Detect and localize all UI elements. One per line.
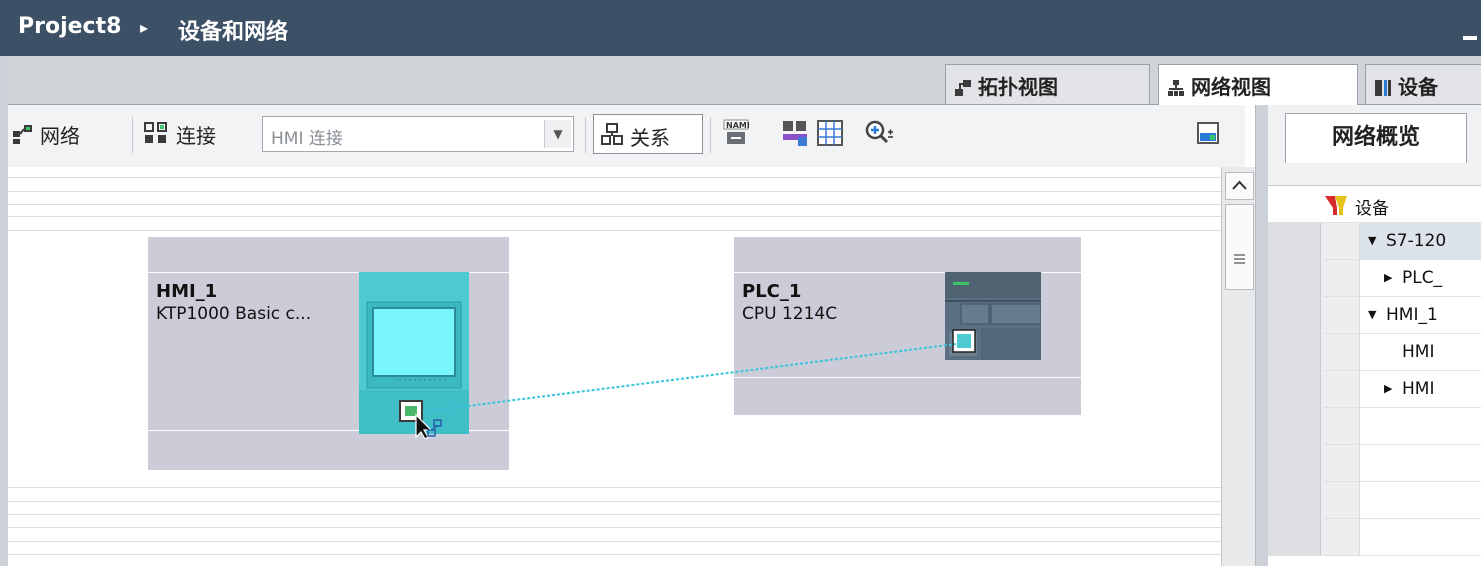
tab-device-view[interactable]: 设备 — [1365, 64, 1481, 104]
expand-right-icon[interactable]: ▶ — [1384, 271, 1392, 284]
topology-view-icon — [955, 80, 971, 96]
table-row — [1268, 445, 1481, 482]
network-canvas[interactable]: HMI_1 KTP1000 Basic c... PLC_1 CPU 1214C — [8, 167, 1221, 566]
page-title: 设备和网络 — [178, 20, 289, 45]
svg-text:NAME: NAME — [726, 121, 749, 130]
toolbar-separator — [710, 117, 711, 153]
table-header-row: 设备 — [1268, 186, 1481, 223]
row-gutter — [1268, 334, 1321, 370]
row-gutter — [1321, 223, 1360, 259]
tab-network-view[interactable]: 网络视图 — [1158, 64, 1358, 105]
row-gutter — [1268, 482, 1321, 518]
row-gutter — [1321, 334, 1360, 370]
grip-icon — [1234, 254, 1245, 264]
row-gutter — [1268, 223, 1321, 259]
row-label: PLC_ — [1402, 268, 1443, 288]
table-row — [1268, 408, 1481, 445]
relations-button[interactable]: 关系 — [593, 114, 703, 154]
canvas-vertical-scrollbar[interactable] — [1221, 167, 1256, 566]
table-row[interactable]: ▼ S7-120 — [1268, 223, 1481, 260]
row-gutter — [1321, 297, 1360, 333]
column-header-device[interactable]: 设备 — [1355, 194, 1389, 219]
row-gutter — [1321, 408, 1360, 444]
title-bar: Project8 ▸ 设备和网络 — [0, 0, 1481, 56]
overview-toggle-icon[interactable] — [1196, 121, 1220, 145]
table-row — [1268, 482, 1481, 519]
tab-topology-view[interactable]: 拓扑视图 — [945, 64, 1150, 104]
row-gutter — [1268, 186, 1320, 222]
tab-label: 网络视图 — [1191, 75, 1271, 99]
table-row[interactable]: ▼ HMI_1 — [1268, 297, 1481, 334]
toolbar-separator — [585, 117, 586, 153]
toolbar-separator — [132, 117, 133, 153]
panel-splitter[interactable] — [1255, 105, 1269, 566]
row-label: S7-120 — [1386, 231, 1447, 251]
device-view-icon — [1375, 80, 1391, 96]
connect-button-label[interactable]: 连接 — [176, 120, 216, 149]
row-gutter — [1268, 445, 1321, 481]
network-view-icon — [1168, 80, 1184, 96]
tab-label: 拓扑视图 — [978, 75, 1058, 99]
network-button-label[interactable]: 网络 — [40, 120, 80, 149]
zoom-in-icon[interactable] — [864, 119, 894, 147]
row-gutter — [1321, 371, 1360, 407]
show-names-icon[interactable]: NAME — [723, 119, 749, 147]
project-name[interactable]: Project8 — [18, 14, 121, 39]
row-gutter — [1268, 408, 1321, 444]
row-gutter — [1321, 260, 1360, 296]
network-overview-panel: 网络概览 设备 ▼ S7-120 ▶ PLC_ ▼ HMI_1 HMI ▶ HM… — [1268, 105, 1481, 567]
table-row[interactable]: ▶ HMI — [1268, 371, 1481, 408]
window-frame-left — [0, 56, 8, 566]
row-label: HMI_1 — [1386, 305, 1438, 325]
expand-down-icon[interactable]: ▼ — [1368, 234, 1376, 247]
scroll-up-button[interactable] — [1225, 172, 1254, 200]
chevron-down-icon[interactable]: ▼ — [544, 120, 571, 148]
tab-network-overview[interactable]: 网络概览 — [1285, 113, 1467, 163]
row-gutter — [1268, 260, 1321, 296]
row-gutter — [1268, 297, 1321, 333]
overview-table: 设备 ▼ S7-120 ▶ PLC_ ▼ HMI_1 HMI ▶ HMI — [1268, 185, 1481, 567]
table-row[interactable]: ▶ PLC_ — [1268, 260, 1481, 297]
connect-mode-icon[interactable] — [144, 121, 168, 145]
connection-type-value: HMI 连接 — [271, 129, 343, 149]
relations-icon — [601, 123, 623, 145]
chevron-up-icon — [1232, 180, 1247, 190]
network-mode-icon[interactable] — [12, 123, 36, 145]
row-gutter — [1321, 519, 1360, 555]
hmi-connection-line[interactable] — [8, 167, 1221, 566]
row-gutter — [1321, 445, 1360, 481]
grid-table-icon[interactable] — [816, 119, 844, 147]
relations-button-label: 关系 — [630, 126, 670, 150]
row-label: HMI — [1402, 379, 1435, 399]
row-gutter — [1268, 371, 1321, 407]
expand-down-icon[interactable]: ▼ — [1368, 308, 1376, 321]
show-address-icon[interactable] — [781, 119, 809, 147]
connection-type-select[interactable]: HMI 连接 ▼ — [262, 116, 574, 152]
row-gutter — [1268, 519, 1321, 555]
scroll-thumb[interactable] — [1225, 204, 1254, 290]
table-row — [1268, 519, 1481, 556]
expand-right-icon[interactable]: ▶ — [1384, 382, 1392, 395]
minimize-button[interactable] — [1463, 36, 1477, 40]
row-gutter — [1321, 482, 1360, 518]
breadcrumb-separator: ▸ — [140, 18, 149, 37]
table-row[interactable]: HMI — [1268, 334, 1481, 371]
device-column-icon — [1325, 196, 1347, 215]
network-toolbar: 网络 连接 HMI 连接 ▼ 关系 NAME — [8, 105, 1245, 168]
tab-label: 设备 — [1398, 75, 1438, 99]
view-tab-bar: 拓扑视图 网络视图 设备 — [8, 56, 1481, 105]
row-label: HMI — [1402, 342, 1435, 362]
